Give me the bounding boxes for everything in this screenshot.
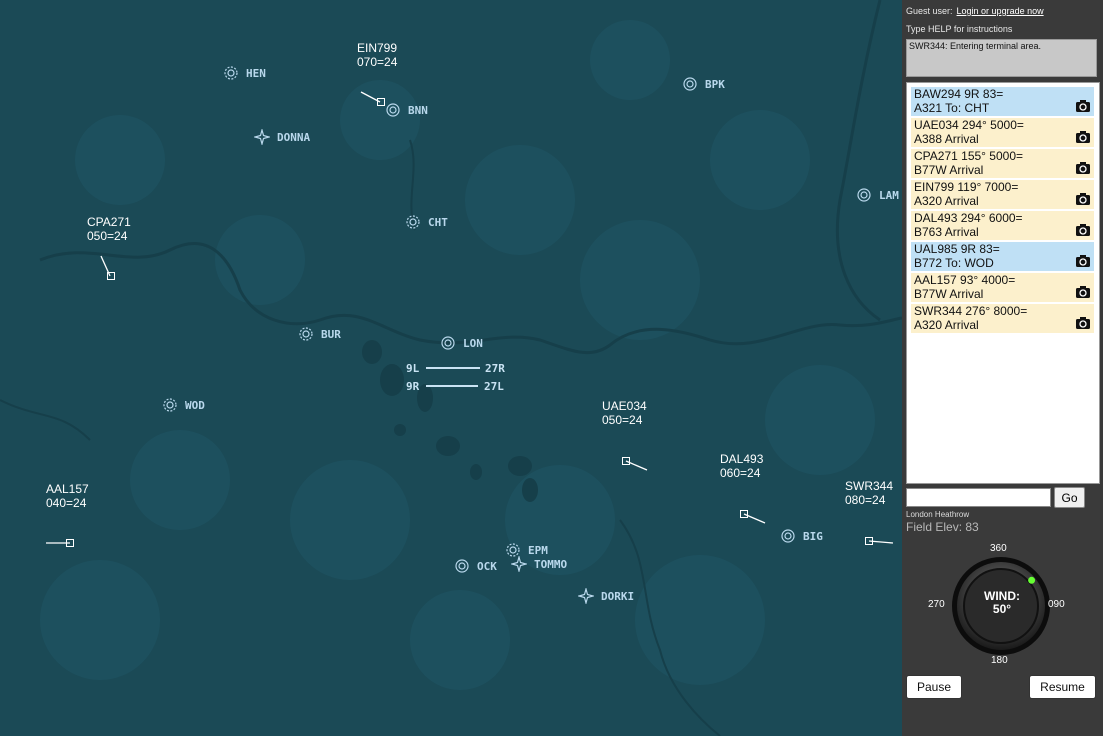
wind-direction-indicator <box>1028 576 1036 584</box>
camera-icon[interactable] <box>1075 192 1091 206</box>
camera-icon[interactable] <box>1075 99 1091 113</box>
dial-label-south: 180 <box>991 655 1008 666</box>
airport-name: London Heathrow <box>906 510 970 519</box>
radar-map[interactable]: HEN BNN BPK DONNA LAM CHT BUR LON WOD BI… <box>0 0 902 736</box>
message-box: SWR344: Entering terminal area. <box>906 39 1097 77</box>
fix-hen: HEN <box>223 65 266 81</box>
flight-strip[interactable]: EIN799 119° 7000= A320 Arrival <box>911 180 1094 209</box>
flight-strip-list[interactable]: BAW294 9R 83= A321 To: CHT UAE034 294° 50… <box>906 82 1100 484</box>
vor-icon <box>781 529 795 543</box>
fix-wod: WOD <box>162 397 205 413</box>
fix-big: BIG <box>780 528 823 544</box>
dial-label-east: 090 <box>1048 599 1065 610</box>
vor-icon <box>299 327 313 341</box>
waypoint-star-icon <box>511 556 527 572</box>
camera-icon[interactable] <box>1075 285 1091 299</box>
wind-readout: WIND: 50° <box>984 589 1020 616</box>
camera-icon[interactable] <box>1075 223 1091 237</box>
aircraft-label-cpa271[interactable]: CPA271 050=24 <box>87 215 131 243</box>
aircraft-target-swr344[interactable] <box>865 537 873 545</box>
flight-strip[interactable]: UAL985 9R 83= B772 To: WOD <box>911 242 1094 271</box>
flight-strip[interactable]: UAE034 294° 5000= A388 Arrival <box>911 118 1094 147</box>
dial-label-north: 360 <box>990 543 1007 554</box>
camera-icon[interactable] <box>1075 161 1091 175</box>
help-hint: Type HELP for instructions <box>906 24 1013 34</box>
control-panel: Guest user: Login or upgrade now Type HEL… <box>902 0 1103 736</box>
vor-icon <box>224 66 238 80</box>
login-link[interactable]: Login or upgrade now <box>957 6 1044 16</box>
camera-icon[interactable] <box>1075 316 1091 330</box>
vor-icon <box>406 215 420 229</box>
terrain-layer <box>0 0 902 736</box>
runway-label-27l: 27L <box>484 380 504 393</box>
vor-icon <box>441 336 455 350</box>
runway-label-9r: 9R <box>406 380 420 393</box>
vor-icon <box>163 398 177 412</box>
fix-dorki: DORKI <box>578 588 634 604</box>
flight-strip[interactable]: AAL157 93° 4000= B77W Arrival <box>911 273 1094 302</box>
aircraft-label-swr344[interactable]: SWR344 080=24 <box>845 479 893 507</box>
flight-strip[interactable]: SWR344 276° 8000= A320 Arrival <box>911 304 1094 333</box>
flight-strip[interactable]: DAL493 294° 6000= B763 Arrival <box>911 211 1094 240</box>
aircraft-label-uae034[interactable]: UAE034 050=24 <box>602 399 647 427</box>
runway-label-9l: 9L <box>406 362 420 375</box>
flight-strip[interactable]: CPA271 155° 5000= B77W Arrival <box>911 149 1094 178</box>
vor-icon <box>455 559 469 573</box>
camera-icon[interactable] <box>1075 254 1091 268</box>
waypoint-star-icon <box>578 588 594 604</box>
fix-lam: LAM <box>856 187 899 203</box>
vor-icon <box>857 188 871 202</box>
guest-info: Guest user: Login or upgrade now <box>906 6 1044 16</box>
aircraft-label-aal157[interactable]: AAL157 040=24 <box>46 482 89 510</box>
aircraft-target-cpa271[interactable] <box>107 272 115 280</box>
pause-button[interactable]: Pause <box>906 675 962 699</box>
aircraft-target-aal157[interactable] <box>66 539 74 547</box>
fix-ock: OCK <box>454 558 497 574</box>
aircraft-target-dal493[interactable] <box>740 510 748 518</box>
aircraft-label-ein799[interactable]: EIN799 070=24 <box>357 41 397 69</box>
fix-bpk: BPK <box>682 76 725 92</box>
waypoint-star-icon <box>254 129 270 145</box>
field-elevation: Field Elev: 83 <box>906 520 979 534</box>
go-button[interactable]: Go <box>1054 487 1085 508</box>
dial-label-west: 270 <box>928 599 945 610</box>
aircraft-label-dal493[interactable]: DAL493 060=24 <box>720 452 763 480</box>
aircraft-target-ein799[interactable] <box>377 98 385 106</box>
command-input[interactable] <box>906 488 1051 507</box>
camera-icon[interactable] <box>1075 130 1091 144</box>
resume-button[interactable]: Resume <box>1029 675 1096 699</box>
fix-donna: DONNA <box>254 129 310 145</box>
fix-bnn: BNN <box>385 102 428 118</box>
flight-strip[interactable]: BAW294 9R 83= A321 To: CHT <box>911 87 1094 116</box>
fix-cht: CHT <box>405 214 448 230</box>
runway-label-27r: 27R <box>485 362 505 375</box>
vor-icon <box>386 103 400 117</box>
fix-tommo: TOMMO <box>511 556 567 572</box>
fix-bur: BUR <box>298 326 341 342</box>
aircraft-target-uae034[interactable] <box>622 457 630 465</box>
vor-icon <box>683 77 697 91</box>
fix-lon: LON <box>440 335 483 351</box>
